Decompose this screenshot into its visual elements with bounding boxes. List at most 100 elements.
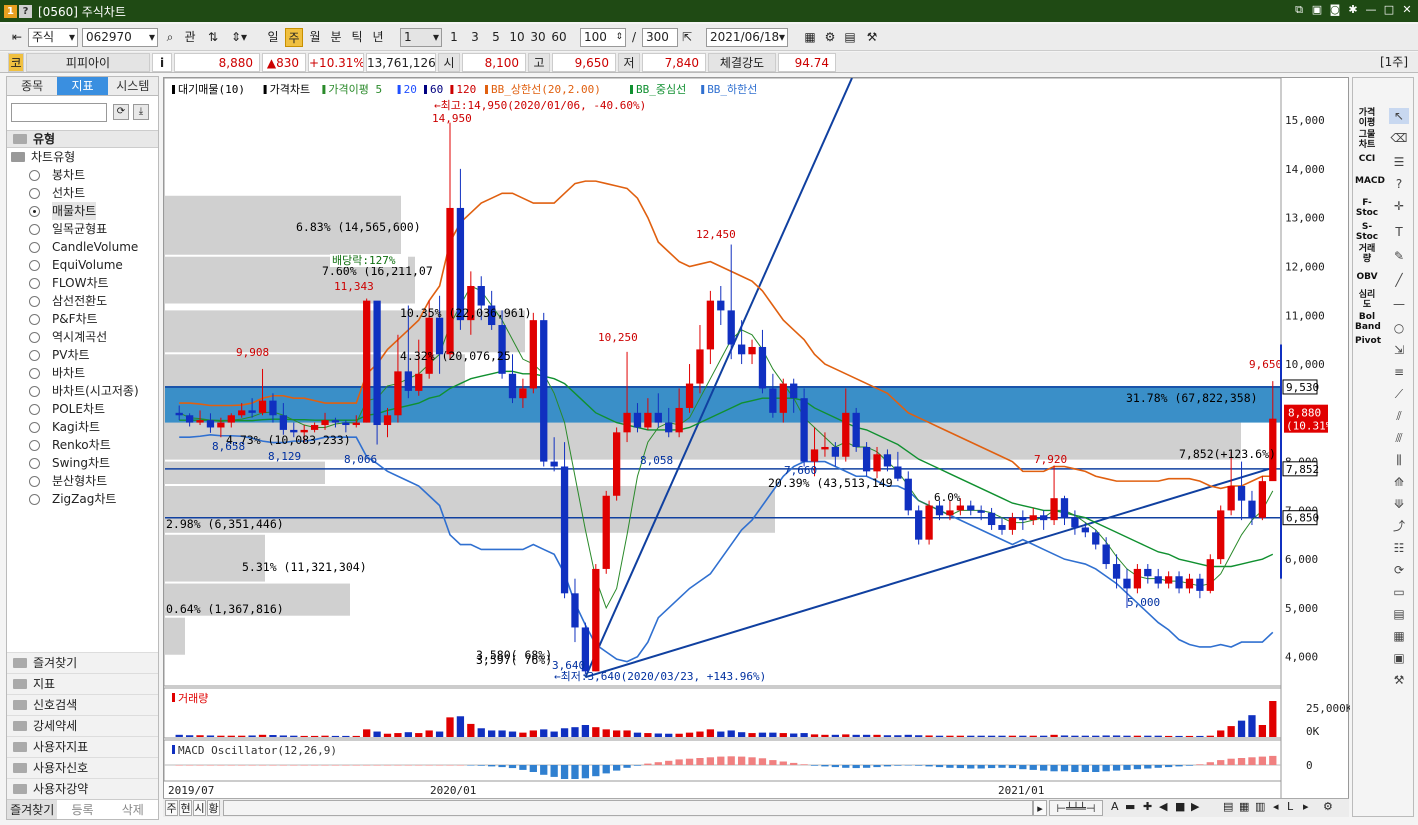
candle-body[interactable] [404,371,412,391]
maximize-icon[interactable]: □ [1382,3,1396,17]
radio-icon[interactable] [29,331,40,343]
volume-bar[interactable] [1123,735,1131,737]
volume-bar[interactable] [1175,735,1183,737]
candle-body[interactable] [946,510,954,516]
hline-icon[interactable]: — [1389,296,1409,312]
volume-bar[interactable] [883,735,892,737]
candle-body[interactable] [1008,517,1017,530]
candle-body[interactable] [196,420,204,423]
volume-bar[interactable] [925,735,933,737]
candle-body[interactable] [571,593,579,628]
macd-bar[interactable] [1040,765,1048,771]
macd-bar[interactable] [748,757,756,765]
macd-bar[interactable] [654,762,662,765]
macd-bar[interactable] [508,765,517,769]
indicator-button-5[interactable]: S-Stoc [1355,222,1379,242]
macd-bar[interactable] [706,757,715,765]
radio-icon[interactable] [29,295,40,307]
candle-body[interactable] [1248,500,1256,518]
macd-bar[interactable] [977,765,985,769]
volume-bar[interactable] [300,735,308,737]
bottom-tab-1[interactable]: 등록 [57,800,107,819]
left-tab-1[interactable]: 지표 [57,77,108,95]
stop-icon[interactable]: ■ [1175,800,1185,813]
candle-body[interactable] [456,207,465,321]
macd-bar[interactable] [456,765,465,766]
macd-bar[interactable] [987,765,996,769]
macd-bar[interactable] [790,762,798,765]
auto-icon[interactable]: ⟳ [1389,562,1409,578]
volume-bar[interactable] [279,735,288,737]
volume-bar[interactable] [810,734,819,737]
folder-item[interactable]: 즐겨찾기 [7,652,158,673]
macd-bar[interactable] [488,765,496,767]
candle-body[interactable] [717,300,725,311]
quick-count-0[interactable]: 1 [444,28,464,47]
volume-bar[interactable] [1206,735,1214,737]
table-icon[interactable]: ▦ [802,28,818,47]
macd-bar[interactable] [1008,765,1017,769]
macd-bar[interactable] [1112,765,1121,771]
text-tool-icon[interactable]: A [1111,800,1119,813]
arrow-up-icon[interactable]: ⤴ [1389,518,1409,534]
scroll-right-icon[interactable]: ▸ [1033,800,1047,816]
macd-bar[interactable] [852,765,860,769]
macd-bar[interactable] [967,765,975,769]
volume-bar[interactable] [415,733,423,737]
candle-body[interactable] [477,286,485,306]
folder-item[interactable]: 사용자지표 [7,736,158,757]
macd-bar[interactable] [810,765,819,766]
macd-bar[interactable] [737,756,746,765]
candle-body[interactable] [1185,578,1194,589]
candle-body[interactable] [873,454,881,472]
close-icon[interactable]: ✕ [1400,3,1414,17]
macd-bar[interactable] [1081,765,1089,772]
macd-bar[interactable] [717,756,725,765]
volume-bar[interactable] [685,732,694,737]
macd-bar[interactable] [1185,765,1194,766]
radio-icon[interactable] [29,493,40,505]
bottom-tab-0[interactable]: 즐겨찾기 [7,800,58,819]
chart-type-group[interactable]: 차트유형 [7,148,158,166]
zoom-in-icon[interactable]: ✚ [1143,800,1152,813]
volume-bar[interactable] [1102,735,1110,737]
macd-bar[interactable] [873,765,881,768]
calc-icon[interactable]: ▦ [1389,628,1409,644]
gear-icon[interactable]: ⚙ [822,28,838,47]
candle-body[interactable] [342,422,350,426]
search-icon[interactable]: ⌕ [161,28,179,47]
candle-body[interactable] [779,383,787,413]
macd-bar[interactable] [175,765,183,766]
candle-body[interactable] [258,400,267,413]
volume-bar[interactable] [238,735,246,737]
macd-bar[interactable] [665,760,673,765]
macd-bar[interactable] [1269,755,1277,765]
volume-bar[interactable] [675,733,683,737]
kwan-button[interactable]: 관 [181,28,199,47]
folder-item[interactable]: 강세약세 [7,715,158,736]
folder-item[interactable]: 사용자강약 [7,778,158,799]
candle-body[interactable] [1081,527,1089,533]
radio-icon[interactable] [29,169,40,181]
volume-bar[interactable] [498,730,506,737]
macd-bar[interactable] [883,765,892,767]
volume-bar[interactable] [1217,730,1225,737]
candle-body[interactable] [1092,532,1100,545]
macd-bar[interactable] [862,765,871,768]
macd-bar[interactable] [238,765,246,766]
quick-count-3[interactable]: 10 [507,28,527,47]
candle-body[interactable] [915,510,923,540]
volume-bar[interactable] [904,734,912,737]
chart-type-option[interactable]: ZigZag차트 [7,490,158,508]
volume-bar[interactable] [290,735,298,737]
macd-bar[interactable] [1196,764,1204,765]
macd-bar[interactable] [248,765,256,766]
candle-body[interactable] [1217,510,1225,560]
bars-icon[interactable]: ⫼ [1389,452,1409,468]
candle-body[interactable] [737,344,746,355]
candle-body[interactable] [842,412,850,457]
volume-bar[interactable] [1185,735,1194,737]
macd-bar[interactable] [1019,765,1027,770]
macd-bar[interactable] [612,765,621,771]
volume-bar[interactable] [1071,735,1079,737]
